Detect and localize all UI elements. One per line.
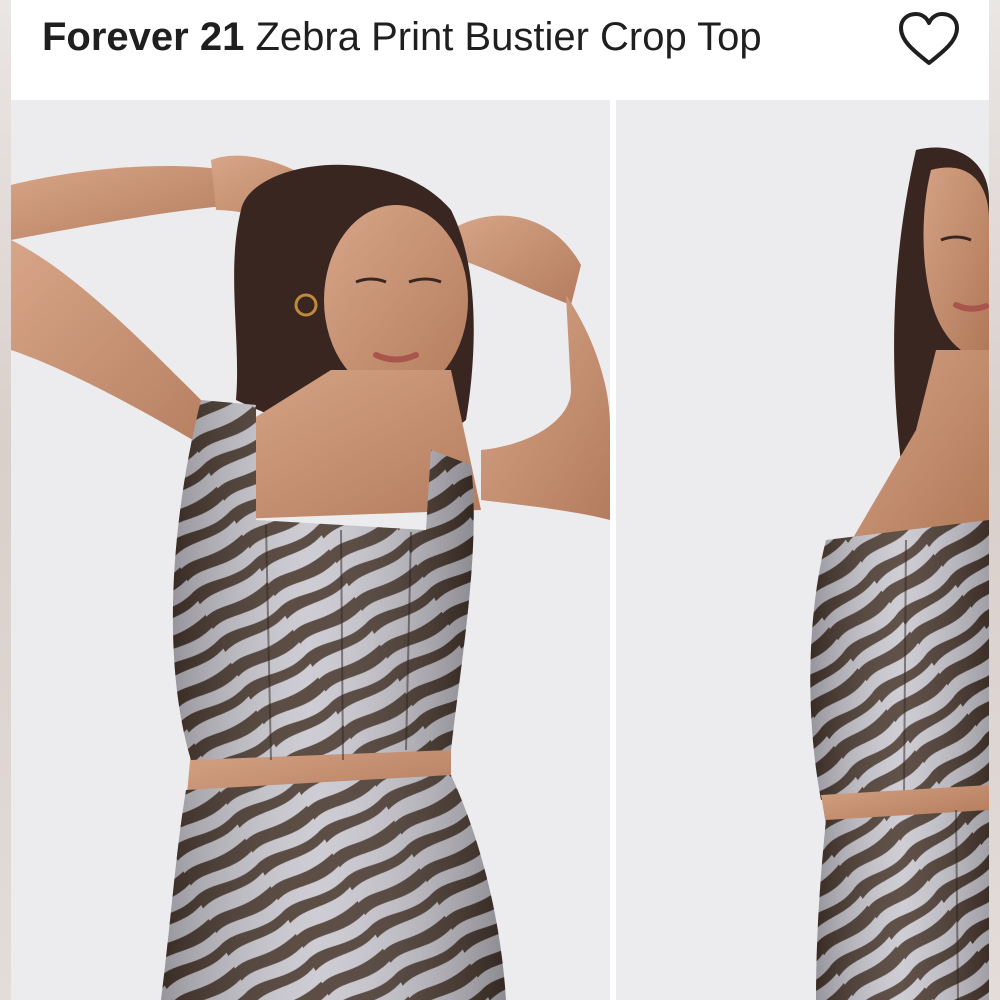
listing-page: Forever 21 Zebra Print Bustier Crop Top — [0, 0, 1000, 1000]
model-front-image — [11, 100, 610, 1000]
left-edge-strip — [0, 0, 11, 1000]
product-title: Zebra Print Bustier Crop Top — [255, 15, 762, 59]
model-side-image — [616, 100, 989, 1000]
photo-gallery — [11, 100, 989, 1000]
product-photo-front[interactable] — [11, 100, 610, 1000]
right-edge-strip — [989, 0, 1000, 1000]
product-photo-side[interactable] — [616, 100, 989, 1000]
listing-title: Forever 21 Zebra Print Bustier Crop Top — [42, 13, 762, 61]
listing-header: Forever 21 Zebra Print Bustier Crop Top — [11, 0, 989, 100]
heart-outline-icon — [899, 12, 959, 65]
like-button[interactable] — [896, 10, 962, 68]
brand-name[interactable]: Forever 21 — [42, 15, 244, 59]
